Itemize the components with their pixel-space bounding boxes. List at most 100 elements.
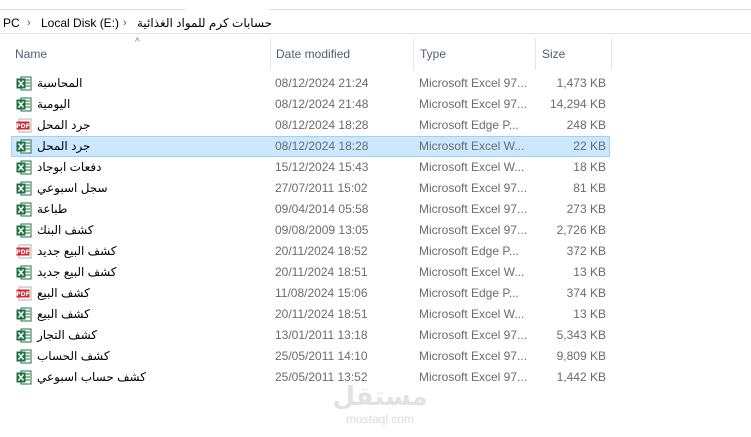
file-type: Microsoft Excel W... bbox=[419, 307, 525, 321]
file-date: 15/12/2024 15:43 bbox=[275, 160, 369, 174]
column-divider[interactable] bbox=[611, 38, 612, 70]
file-name: اليومية bbox=[37, 97, 71, 111]
breadcrumb-local-disk[interactable]: Local Disk (E:) bbox=[41, 15, 119, 31]
excel-icon bbox=[16, 97, 32, 112]
file-name-cell[interactable]: كشف التجار bbox=[16, 326, 266, 345]
breadcrumb-chevron-icon[interactable]: › bbox=[123, 15, 127, 31]
file-name: كشف الحساب bbox=[37, 349, 110, 363]
address-bar[interactable]: PC › Local Disk (E:) › حسابات كرم للمواد… bbox=[0, 12, 751, 34]
file-name: كشف البيع bbox=[37, 286, 90, 300]
file-name: كشف حساب اسبوعي bbox=[37, 370, 146, 384]
file-size: 13 KB bbox=[573, 265, 606, 279]
file-type: Microsoft Excel 97... bbox=[419, 370, 528, 384]
file-name-cell[interactable]: PDF كشف البيع جديد bbox=[16, 242, 266, 261]
file-date: 08/12/2024 18:28 bbox=[275, 139, 369, 153]
file-row[interactable]: اليومية 08/12/2024 21:48 Microsoft Excel 9… bbox=[11, 94, 610, 115]
file-name-cell[interactable]: كشف الحساب bbox=[16, 347, 266, 366]
window-top-edge bbox=[0, 0, 751, 10]
excel-icon bbox=[16, 223, 32, 238]
file-row[interactable]: المحاسبة 08/12/2024 21:24 Microsoft Excel … bbox=[11, 73, 610, 94]
file-name-cell[interactable]: اليومية bbox=[16, 95, 266, 114]
file-row[interactable]: PDF جرد المحل 08/12/2024 18:28 Microsoft Ed… bbox=[11, 115, 610, 136]
file-size: 1,442 KB bbox=[556, 370, 606, 384]
file-name-cell[interactable]: كشف حساب اسبوعي bbox=[16, 368, 266, 387]
file-date: 08/12/2024 21:48 bbox=[275, 97, 369, 111]
file-row[interactable]: كشف البنك 09/08/2009 13:05 Microsoft Excel… bbox=[11, 220, 610, 241]
file-type: Microsoft Edge P... bbox=[419, 118, 519, 132]
file-type: Microsoft Excel W... bbox=[419, 139, 525, 153]
file-date: 25/05/2011 14:10 bbox=[275, 349, 368, 363]
file-name: المحاسبة bbox=[37, 76, 83, 90]
file-name: سجل اسبوعي bbox=[37, 181, 108, 195]
pdf-icon: PDF bbox=[16, 244, 32, 259]
file-row[interactable]: PDF كشف البيع جديد 20/11/2024 18:52 Microso… bbox=[11, 241, 610, 262]
file-type: Microsoft Excel 97... bbox=[419, 328, 528, 342]
file-name: جرد المحل bbox=[37, 139, 91, 153]
file-row[interactable]: دفعات ابوجاد 15/12/2024 15:43 Microsoft Ex… bbox=[11, 157, 610, 178]
file-name-cell[interactable]: دفعات ابوجاد bbox=[16, 158, 266, 177]
file-row[interactable]: سجل اسبوعي 27/07/2011 15:02 Microsoft Exce… bbox=[11, 178, 610, 199]
breadcrumb-pc[interactable]: PC bbox=[3, 15, 20, 31]
excel-icon bbox=[16, 139, 32, 154]
file-size: 273 KB bbox=[566, 202, 606, 216]
file-name-cell[interactable]: كشف البيع جديد bbox=[16, 263, 266, 282]
file-type: Microsoft Excel 97... bbox=[419, 181, 528, 195]
file-date: 09/08/2009 13:05 bbox=[275, 223, 369, 237]
file-date: 20/11/2024 18:51 bbox=[275, 307, 368, 321]
file-row[interactable]: كشف البيع 20/11/2024 18:51 Microsoft Excel… bbox=[11, 304, 610, 325]
top-divider-left bbox=[0, 9, 185, 10]
file-type: Microsoft Excel W... bbox=[419, 160, 525, 174]
excel-icon bbox=[16, 160, 32, 175]
file-size: 22 KB bbox=[573, 139, 606, 153]
file-name: دفعات ابوجاد bbox=[37, 160, 102, 174]
file-name: كشف البيع جديد bbox=[37, 265, 117, 279]
file-name: كشف البيع bbox=[37, 307, 90, 321]
file-name: جرد المحل bbox=[37, 118, 91, 132]
excel-icon bbox=[16, 265, 32, 280]
file-type: Microsoft Excel 97... bbox=[419, 349, 528, 363]
file-size: 13 KB bbox=[573, 307, 606, 321]
file-row[interactable]: كشف البيع جديد 20/11/2024 18:51 Microsoft … bbox=[11, 262, 610, 283]
pdf-icon: PDF bbox=[16, 286, 32, 301]
file-name: طباعة bbox=[37, 202, 68, 216]
file-name-cell[interactable]: المحاسبة bbox=[16, 74, 266, 93]
watermark-logo: مستقل mostaql.com bbox=[330, 382, 430, 430]
watermark-main-text: مستقل bbox=[332, 382, 428, 412]
file-name-cell[interactable]: PDF كشف البيع bbox=[16, 284, 266, 303]
file-size: 9,809 KB bbox=[556, 349, 606, 363]
excel-icon bbox=[16, 202, 32, 217]
file-name-cell[interactable]: سجل اسبوعي bbox=[16, 179, 266, 198]
file-date: 08/12/2024 18:28 bbox=[275, 118, 369, 132]
file-type: Microsoft Excel 97... bbox=[419, 223, 528, 237]
file-name-cell[interactable]: كشف البيع bbox=[16, 305, 266, 324]
pdf-icon: PDF bbox=[16, 118, 32, 133]
file-name: كشف البيع جديد bbox=[37, 244, 117, 258]
file-size: 18 KB bbox=[573, 160, 606, 174]
file-size: 372 KB bbox=[566, 244, 606, 258]
file-row[interactable]: كشف الحساب 25/05/2011 14:10 Microsoft Exce… bbox=[11, 346, 610, 367]
file-name-cell[interactable]: PDF جرد المحل bbox=[16, 116, 266, 135]
breadcrumb-current-folder[interactable]: حسابات كرم للمواد الغذائية bbox=[137, 15, 272, 31]
excel-icon bbox=[16, 370, 32, 385]
file-name-cell[interactable]: جرد المحل bbox=[16, 137, 266, 156]
breadcrumb-chevron-icon[interactable]: › bbox=[27, 15, 31, 31]
file-date: 27/07/2011 15:02 bbox=[275, 181, 368, 195]
file-row[interactable]: طباعة 09/04/2014 05:58 Microsoft Excel 97.… bbox=[11, 199, 610, 220]
svg-text:PDF: PDF bbox=[16, 291, 29, 298]
column-header-name[interactable]: Name bbox=[9, 36, 271, 72]
file-row[interactable]: كشف حساب اسبوعي 25/05/2011 13:52 Microsoft… bbox=[11, 367, 610, 388]
file-size: 374 KB bbox=[566, 286, 606, 300]
file-size: 248 KB bbox=[566, 118, 606, 132]
file-name-cell[interactable]: طباعة bbox=[16, 200, 266, 219]
file-date: 08/12/2024 21:24 bbox=[275, 76, 369, 90]
file-type: Microsoft Edge P... bbox=[419, 244, 519, 258]
svg-text:PDF: PDF bbox=[16, 123, 29, 130]
column-header-type[interactable]: Type bbox=[414, 36, 536, 72]
file-row[interactable]: جرد المحل 08/12/2024 18:28 Microsoft Excel… bbox=[11, 136, 610, 157]
file-size: 1,473 KB bbox=[556, 76, 606, 90]
column-header-date[interactable]: Date modified bbox=[270, 36, 414, 72]
column-header-size[interactable]: Size bbox=[536, 36, 612, 72]
file-row[interactable]: PDF كشف البيع 11/08/2024 15:06 Microsoft Ed… bbox=[11, 283, 610, 304]
file-name-cell[interactable]: كشف البنك bbox=[16, 221, 266, 240]
file-row[interactable]: كشف التجار 13/01/2011 13:18 Microsoft Exce… bbox=[11, 325, 610, 346]
